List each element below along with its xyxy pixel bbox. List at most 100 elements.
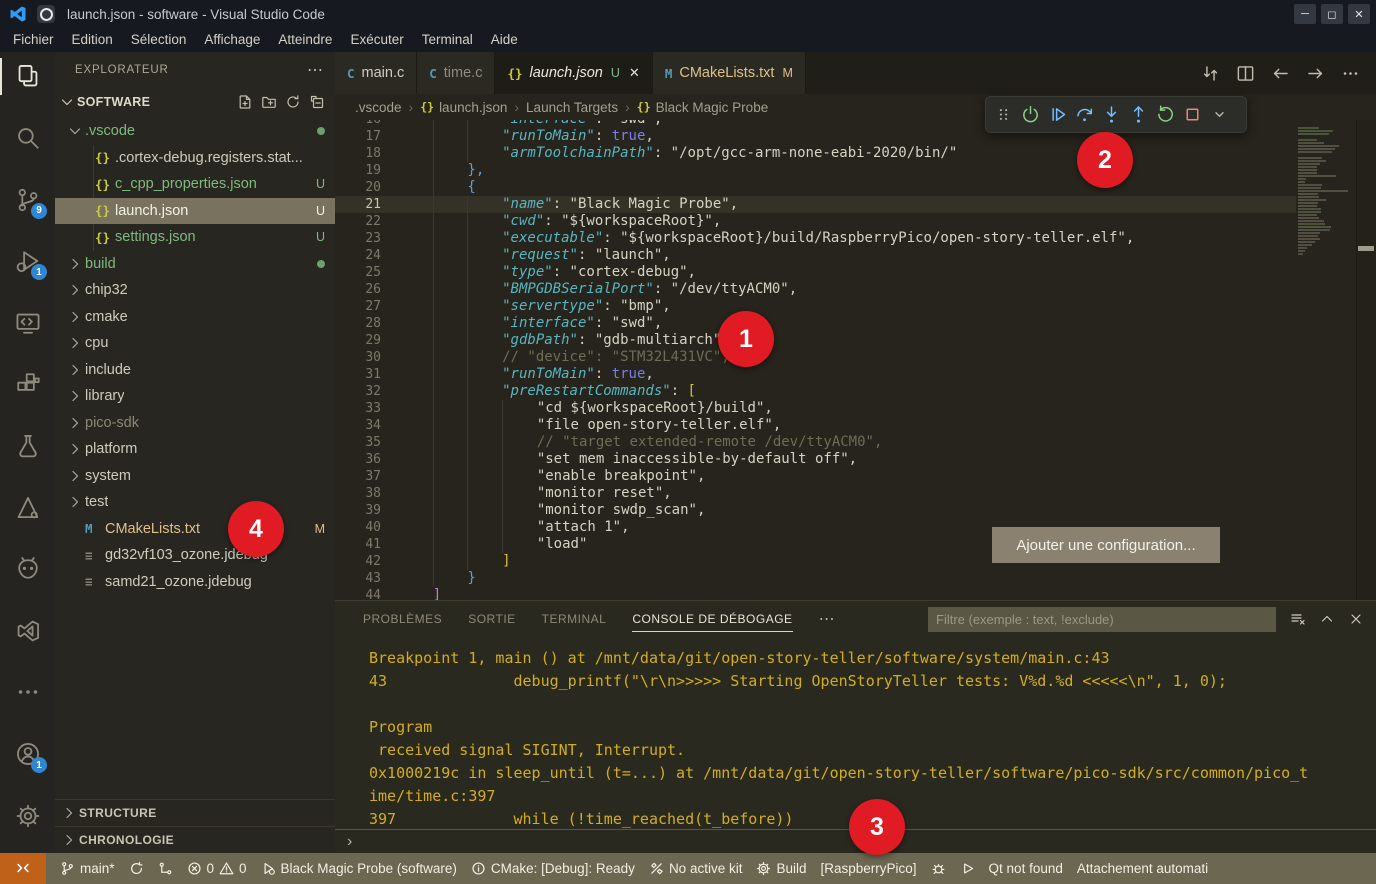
tree-item-test[interactable]: test: [55, 489, 335, 516]
tree-item-include[interactable]: include: [55, 357, 335, 384]
new-file-button[interactable]: [237, 94, 253, 110]
activity-visual-studio[interactable]: [0, 606, 55, 655]
close-button[interactable]: ✕: [1348, 4, 1370, 24]
status-qt-status[interactable]: Qt not found: [989, 861, 1063, 876]
activity-cmake[interactable]: [0, 483, 55, 532]
tree-item-samd21-ozone-jdebug[interactable]: ≡samd21_ozone.jdebug: [55, 569, 335, 596]
activity-more[interactable]: [0, 668, 55, 717]
activity-account[interactable]: 1: [0, 730, 55, 779]
breadcrumb-item[interactable]: .vscode: [355, 100, 402, 115]
status-debug-target[interactable]: [931, 861, 946, 876]
tree-item--vscode[interactable]: .vscode: [55, 118, 335, 145]
tab-launch-json[interactable]: {}launch.jsonU✕: [495, 52, 652, 94]
debug-step-out-button[interactable]: [1125, 101, 1152, 129]
tree-item-build[interactable]: build: [55, 251, 335, 278]
activity-testing[interactable]: [0, 422, 55, 471]
tree-item-cmake[interactable]: cmake: [55, 304, 335, 331]
collapse-all-button[interactable]: [309, 94, 325, 110]
debug-chevron-down-button[interactable]: [1206, 101, 1233, 129]
workspace-section-header[interactable]: SOFTWARE: [55, 87, 335, 117]
tree-item-platform[interactable]: platform: [55, 436, 335, 463]
minimize-button[interactable]: ─: [1294, 4, 1316, 24]
tree-item-system[interactable]: system: [55, 463, 335, 490]
maximize-button[interactable]: ◻: [1321, 4, 1343, 24]
tree-item-chip32[interactable]: chip32: [55, 277, 335, 304]
menu-aide[interactable]: Aide: [482, 28, 527, 52]
breadcrumb-item[interactable]: {}launch.json: [420, 100, 507, 115]
menu-affichage[interactable]: Affichage: [195, 28, 269, 52]
activity-source-control[interactable]: 9: [0, 175, 55, 224]
menu-exécuter[interactable]: Exécuter: [341, 28, 412, 52]
minimap[interactable]: [1296, 120, 1356, 600]
section-structure[interactable]: STRUCTURE: [55, 799, 335, 826]
activity-platformio[interactable]: [0, 545, 55, 594]
tree-item-c-cpp-properties-json[interactable]: {}c_cpp_properties.jsonU: [55, 171, 335, 198]
activity-extensions[interactable]: [0, 360, 55, 409]
chevron-up-button[interactable]: [1319, 611, 1335, 627]
status-run-target[interactable]: [960, 861, 975, 876]
sidebar-more-icon[interactable]: ⋯: [307, 60, 323, 80]
tree-item-cpu[interactable]: cpu: [55, 330, 335, 357]
tab-main-c[interactable]: Cmain.c: [335, 52, 417, 94]
menu-sélection[interactable]: Sélection: [122, 28, 196, 52]
menu-atteindre[interactable]: Atteindre: [269, 28, 341, 52]
editor-scrollbar[interactable]: [1356, 120, 1376, 600]
remote-indicator[interactable]: [0, 853, 46, 884]
panel-tab-terminal[interactable]: TERMINAL: [542, 601, 607, 637]
activity-settings[interactable]: [0, 791, 55, 840]
tab-time-c[interactable]: Ctime.c: [417, 52, 495, 94]
refresh-button[interactable]: [285, 94, 301, 110]
activity-explorer[interactable]: [0, 52, 55, 101]
status-cmake-status[interactable]: CMake: [Debug]: Ready: [471, 861, 635, 876]
debug-console-filter-input[interactable]: [928, 607, 1276, 632]
status-problems[interactable]: 00: [187, 861, 247, 876]
clear-console-button[interactable]: [1290, 611, 1306, 627]
panel-tab-sortie[interactable]: SORTIE: [468, 601, 515, 637]
status-debug-session[interactable]: Black Magic Probe (software): [261, 861, 457, 876]
debug-restart-button[interactable]: [1152, 101, 1179, 129]
indent-guide: [399, 485, 433, 502]
close-tab-icon[interactable]: ✕: [629, 65, 640, 81]
tree-item-gd32vf103-ozone-jdebug[interactable]: ≡gd32vf103_ozone.jdebug: [55, 542, 335, 569]
breadcrumb-item[interactable]: Launch Targets: [526, 100, 618, 115]
status-cmake-build[interactable]: Build: [756, 861, 806, 876]
new-folder-button[interactable]: [261, 94, 277, 110]
close-button[interactable]: [1348, 611, 1364, 627]
activity-run-debug[interactable]: 1: [0, 237, 55, 286]
debug-step-over-button[interactable]: [1071, 101, 1098, 129]
tree-item-launch-json[interactable]: {}launch.jsonU: [55, 198, 335, 225]
status-git-branch[interactable]: main*: [60, 861, 115, 876]
menu-edition[interactable]: Edition: [63, 28, 122, 52]
debug-grip-button[interactable]: [990, 101, 1017, 129]
debug-stop-button[interactable]: [1179, 101, 1206, 129]
debug-continue-button[interactable]: [1044, 101, 1071, 129]
menu-terminal[interactable]: Terminal: [413, 28, 482, 52]
arrow-right-button[interactable]: [1306, 64, 1325, 83]
compare-changes-button[interactable]: [1201, 64, 1220, 83]
tree-item--cortex-debug-registers-stat-[interactable]: {}.cortex-debug.registers.stat...: [55, 145, 335, 172]
panel-more-icon[interactable]: ⋯: [819, 609, 835, 629]
panel-tab-probl-mes[interactable]: PROBLÈMES: [363, 601, 442, 637]
activity-remote-explorer[interactable]: [0, 298, 55, 347]
split-editor-button[interactable]: [1236, 64, 1255, 83]
status-cmake-kit[interactable]: No active kit: [649, 861, 743, 876]
activity-search[interactable]: [0, 114, 55, 163]
tab-cmakelists-txt[interactable]: MCMakeLists.txtM: [653, 52, 806, 94]
status-cmake-target[interactable]: [RaspberryPico]: [821, 861, 917, 876]
panel-tab-console-de-d-bogage[interactable]: CONSOLE DE DÉBOGAGE: [632, 601, 792, 637]
status-git-sync[interactable]: [129, 861, 144, 876]
add-configuration-button[interactable]: Ajouter une configuration...: [992, 527, 1220, 563]
arrow-left-button[interactable]: [1271, 64, 1290, 83]
tree-item-settings-json[interactable]: {}settings.jsonU: [55, 224, 335, 251]
breadcrumb-item[interactable]: {}Black Magic Probe: [637, 100, 768, 115]
menu-fichier[interactable]: Fichier: [4, 28, 63, 52]
tree-item-library[interactable]: library: [55, 383, 335, 410]
more-button[interactable]: [1341, 64, 1360, 83]
status-git-compare[interactable]: [158, 861, 173, 876]
debug-step-into-button[interactable]: [1098, 101, 1125, 129]
debug-power-button[interactable]: [1017, 101, 1044, 129]
tree-item-pico-sdk[interactable]: pico-sdk: [55, 410, 335, 437]
status-auto-attach[interactable]: Attachement automati: [1077, 861, 1208, 876]
section-chronologie[interactable]: CHRONOLOGIE: [55, 826, 335, 853]
tree-item-cmakelists-txt[interactable]: MCMakeLists.txtM: [55, 516, 335, 543]
